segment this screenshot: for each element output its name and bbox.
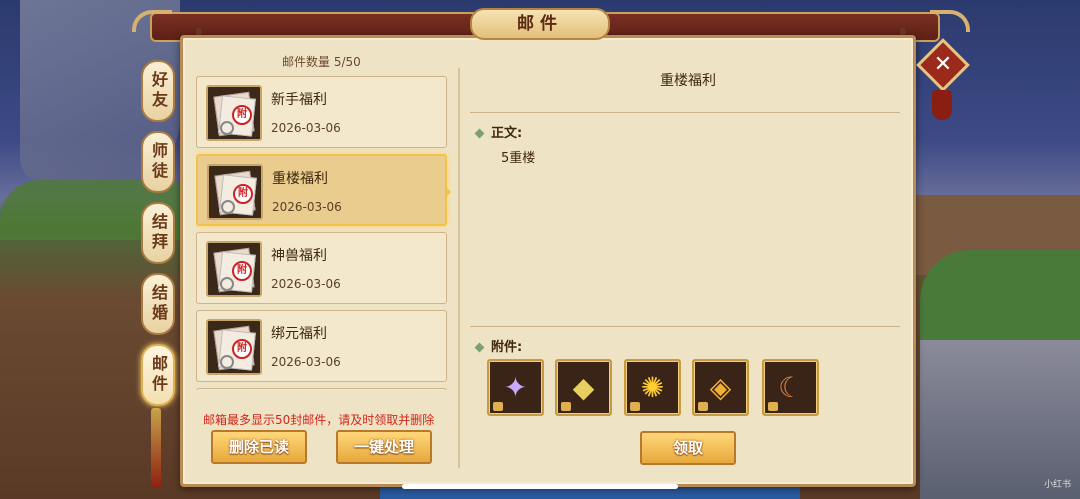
mail-list[interactable]: 附 新手福利 2026-03-06 附 重楼福利 2026-03-06 附 神兽… bbox=[196, 76, 451, 390]
tab-mail[interactable]: 邮件 bbox=[141, 344, 175, 406]
claim-button[interactable]: 领取 bbox=[640, 431, 736, 465]
mail-title: 神兽福利 bbox=[271, 248, 327, 264]
mail-detail-title: 重楼福利 bbox=[660, 73, 716, 89]
one-click-process-button[interactable]: 一键处理 bbox=[336, 430, 432, 464]
ornament-right bbox=[930, 10, 970, 32]
lock-icon bbox=[698, 402, 708, 411]
watermark: 小红书 bbox=[1044, 480, 1072, 490]
delete-read-button[interactable]: 删除已读 bbox=[211, 430, 307, 464]
attachment-slot[interactable]: ◈ bbox=[692, 359, 749, 416]
tab-sworn[interactable]: 结拜 bbox=[141, 202, 175, 264]
close-pendant bbox=[932, 90, 952, 120]
lock-icon bbox=[493, 402, 503, 411]
lock-icon bbox=[561, 402, 571, 411]
panel-divider bbox=[458, 68, 460, 468]
mail-date: 2026-03-06 bbox=[271, 121, 341, 135]
mail-attachment-icon: 附 bbox=[206, 319, 262, 375]
mail-count: 邮件数量 5/50 bbox=[282, 55, 361, 69]
tab-mentor[interactable]: 师徒 bbox=[141, 131, 175, 193]
diamond-bullet-icon bbox=[474, 342, 485, 353]
mail-item[interactable]: 附 新手福利 2026-03-06 bbox=[196, 76, 447, 148]
attachment-slot[interactable]: ✺ bbox=[624, 359, 681, 416]
attachments-section-label: 附件: bbox=[474, 336, 522, 355]
background-grass-right bbox=[920, 250, 1080, 340]
tassel-ornament bbox=[151, 408, 161, 488]
home-indicator[interactable] bbox=[402, 484, 678, 489]
divider bbox=[470, 326, 900, 327]
attachment-slot[interactable]: ✦ bbox=[487, 359, 544, 416]
mail-date: 2026-03-06 bbox=[272, 200, 342, 214]
mail-item[interactable]: 附 神兽福利 2026-03-06 bbox=[196, 232, 447, 304]
tab-marriage[interactable]: 结婚 bbox=[141, 273, 175, 335]
tab-friends[interactable]: 好友 bbox=[141, 60, 175, 122]
mailbox-warning: 邮箱最多显示50封邮件，请及时领取并删除 bbox=[203, 413, 435, 427]
mail-attachment-icon: 附 bbox=[207, 164, 263, 220]
lock-icon bbox=[630, 402, 640, 411]
mail-title: 重楼福利 bbox=[272, 171, 328, 187]
selection-arrow-icon bbox=[445, 186, 451, 198]
mail-attachment-icon: 附 bbox=[206, 241, 262, 297]
close-button[interactable]: ✕ bbox=[916, 38, 970, 92]
mail-title: 新手福利 bbox=[271, 92, 327, 108]
diamond-bullet-icon bbox=[474, 128, 485, 139]
divider bbox=[470, 112, 900, 113]
attachment-slot[interactable]: ☾ bbox=[762, 359, 819, 416]
mail-item[interactable]: 附 绑元福利 2026-03-06 bbox=[196, 310, 447, 382]
close-icon: ✕ bbox=[933, 52, 953, 77]
body-section-label: 正文: bbox=[474, 122, 522, 141]
mail-date: 2026-03-06 bbox=[271, 355, 341, 369]
mail-date: 2026-03-06 bbox=[271, 277, 341, 291]
lock-icon bbox=[768, 402, 778, 411]
mail-body-text: 5重楼 bbox=[501, 151, 536, 166]
mail-item-selected[interactable]: 附 重楼福利 2026-03-06 bbox=[196, 154, 447, 226]
mail-attachment-icon: 附 bbox=[206, 85, 262, 141]
window-title: 邮件 bbox=[470, 8, 610, 40]
mail-title: 绑元福利 bbox=[271, 326, 327, 342]
attachment-slot[interactable]: ◆ bbox=[555, 359, 612, 416]
background-stone-wall bbox=[920, 340, 1080, 499]
mail-item-partial[interactable] bbox=[196, 388, 447, 390]
